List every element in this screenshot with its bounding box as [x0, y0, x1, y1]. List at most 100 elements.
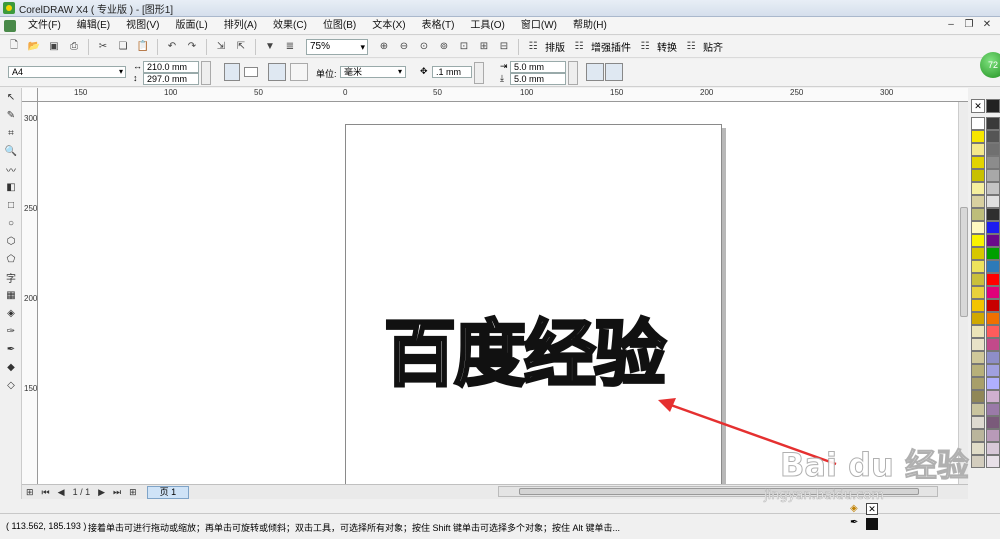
vertical-scroll-thumb[interactable] — [960, 207, 968, 317]
color-swatch[interactable] — [971, 221, 985, 234]
print-icon[interactable]: ⎙ — [66, 39, 82, 55]
menu-layout[interactable]: 版面(L) — [167, 17, 215, 35]
minimize-icon[interactable]: – — [944, 19, 958, 30]
insert-page-icon[interactable]: ⊞ — [26, 487, 34, 498]
menu-window[interactable]: 窗口(W) — [513, 17, 565, 35]
zoom-width-icon[interactable]: ⊞ — [476, 39, 492, 55]
color-swatch[interactable] — [986, 156, 1000, 169]
color-swatch[interactable] — [986, 169, 1000, 182]
convert-button[interactable]: 转换 — [657, 39, 677, 54]
zoom-height-icon[interactable]: ⊟ — [496, 39, 512, 55]
color-swatch[interactable] — [986, 364, 1000, 377]
chevron-down-icon[interactable]: ▾ — [398, 67, 402, 76]
duplicate-spinner[interactable] — [568, 61, 578, 85]
freehand-tool-icon[interactable]: 〰 — [2, 161, 20, 178]
color-swatch[interactable] — [971, 247, 985, 260]
treat-as-filled-button[interactable] — [586, 63, 604, 81]
color-swatch[interactable] — [971, 299, 985, 312]
undo-icon[interactable]: ↶ — [164, 39, 180, 55]
nudge-distance-field[interactable]: .1 mm — [432, 66, 472, 78]
zoom-out-icon[interactable]: ⊖ — [396, 39, 412, 55]
duplicate-x-field[interactable]: 5.0 mm — [510, 61, 566, 73]
color-swatch[interactable] — [971, 130, 985, 143]
nudge-spinner[interactable] — [474, 62, 484, 84]
color-swatch[interactable] — [986, 195, 1000, 208]
menu-edit[interactable]: 编辑(E) — [69, 17, 118, 35]
interactive-fill-tool-icon[interactable]: ◇ — [2, 377, 20, 394]
page-tab-1[interactable]: 页 1 — [146, 485, 190, 499]
zoom-selected-icon[interactable]: ⊙ — [416, 39, 432, 55]
color-swatch[interactable] — [986, 390, 1000, 403]
black-swatch[interactable] — [986, 99, 1000, 113]
restore-icon[interactable]: ❐ — [962, 19, 976, 30]
units-select[interactable]: 毫米 — [340, 66, 406, 78]
portrait-button[interactable] — [224, 63, 240, 81]
plugin-button[interactable]: 增强插件 — [591, 39, 631, 54]
fill-tool-icon[interactable]: ◆ — [2, 359, 20, 376]
horizontal-ruler[interactable]: 150 100 50 0 50 100 150 200 250 300 — [38, 88, 968, 102]
color-swatch[interactable] — [986, 117, 1000, 130]
plugin-icon[interactable]: ☷ — [571, 39, 587, 55]
page-width-field[interactable]: 210.0 mm — [143, 61, 199, 73]
color-swatch[interactable] — [971, 429, 985, 442]
convert-icon[interactable]: ☷ — [637, 39, 653, 55]
current-page-button[interactable] — [290, 63, 308, 81]
color-swatch[interactable] — [971, 208, 985, 221]
application-launcher-icon[interactable]: ▼ — [262, 39, 278, 55]
previous-page-icon[interactable]: ◀ — [58, 487, 65, 498]
eyedropper-tool-icon[interactable]: ✑ — [2, 323, 20, 340]
color-swatch[interactable] — [986, 234, 1000, 247]
menu-file[interactable]: 文件(F) — [20, 17, 69, 35]
no-color-swatch[interactable]: ✕ — [971, 99, 985, 113]
menu-help[interactable]: 帮助(H) — [565, 17, 615, 35]
chevron-down-icon[interactable]: ▾ — [119, 67, 123, 76]
color-swatch[interactable] — [971, 364, 985, 377]
color-swatch[interactable] — [986, 208, 1000, 221]
color-swatch[interactable] — [986, 416, 1000, 429]
snap-to-button[interactable] — [605, 63, 623, 81]
color-swatch[interactable] — [986, 247, 1000, 260]
menu-arrange[interactable]: 排列(A) — [216, 17, 265, 35]
color-swatch[interactable] — [971, 403, 985, 416]
color-swatch[interactable] — [986, 221, 1000, 234]
menu-view[interactable]: 视图(V) — [118, 17, 167, 35]
color-swatch[interactable] — [986, 299, 1000, 312]
zoom-level-select[interactable]: 75% — [306, 38, 368, 55]
menu-bitmaps[interactable]: 位图(B) — [315, 17, 364, 35]
menu-tools[interactable]: 工具(O) — [462, 17, 512, 35]
ruler-origin[interactable] — [22, 88, 38, 102]
zoom-all-icon[interactable]: ⊚ — [436, 39, 452, 55]
save-icon[interactable]: ▣ — [46, 39, 62, 55]
color-swatch[interactable] — [986, 130, 1000, 143]
color-swatch[interactable] — [971, 156, 985, 169]
paper-size-select[interactable]: A4 — [8, 66, 126, 78]
open-folder-icon[interactable]: 📂 — [26, 39, 42, 55]
size-spinner[interactable] — [201, 61, 211, 85]
page-height-field[interactable]: 297.0 mm — [143, 73, 199, 85]
export-icon[interactable]: ⇱ — [233, 39, 249, 55]
ellipse-tool-icon[interactable]: ○ — [2, 215, 20, 232]
cut-icon[interactable]: ✂ — [95, 39, 111, 55]
color-swatch[interactable] — [971, 416, 985, 429]
color-swatch[interactable] — [986, 260, 1000, 273]
shape-tool-icon[interactable]: ✎ — [2, 107, 20, 124]
color-swatch[interactable] — [971, 117, 985, 130]
color-swatch[interactable] — [971, 442, 985, 455]
layout-icon[interactable]: ☷ — [525, 39, 541, 55]
color-swatch[interactable] — [971, 455, 985, 468]
layout-button[interactable]: 排版 — [545, 39, 565, 54]
import-icon[interactable]: ⇲ — [213, 39, 229, 55]
vertical-ruler[interactable]: 300 250 200 150 — [22, 102, 38, 484]
horizontal-scrollbar[interactable] — [498, 486, 938, 497]
color-swatch[interactable] — [971, 338, 985, 351]
color-swatch[interactable] — [986, 182, 1000, 195]
menu-table[interactable]: 表格(T) — [414, 17, 463, 35]
all-pages-button[interactable] — [268, 63, 286, 81]
color-swatch[interactable] — [986, 143, 1000, 156]
color-swatch[interactable] — [971, 377, 985, 390]
snap-button[interactable]: 贴齐 — [703, 39, 723, 54]
menu-text[interactable]: 文本(X) — [364, 17, 413, 35]
color-swatch[interactable] — [986, 429, 1000, 442]
last-page-icon[interactable]: ⏭ — [113, 487, 121, 498]
crop-tool-icon[interactable]: ⌗ — [2, 125, 20, 142]
